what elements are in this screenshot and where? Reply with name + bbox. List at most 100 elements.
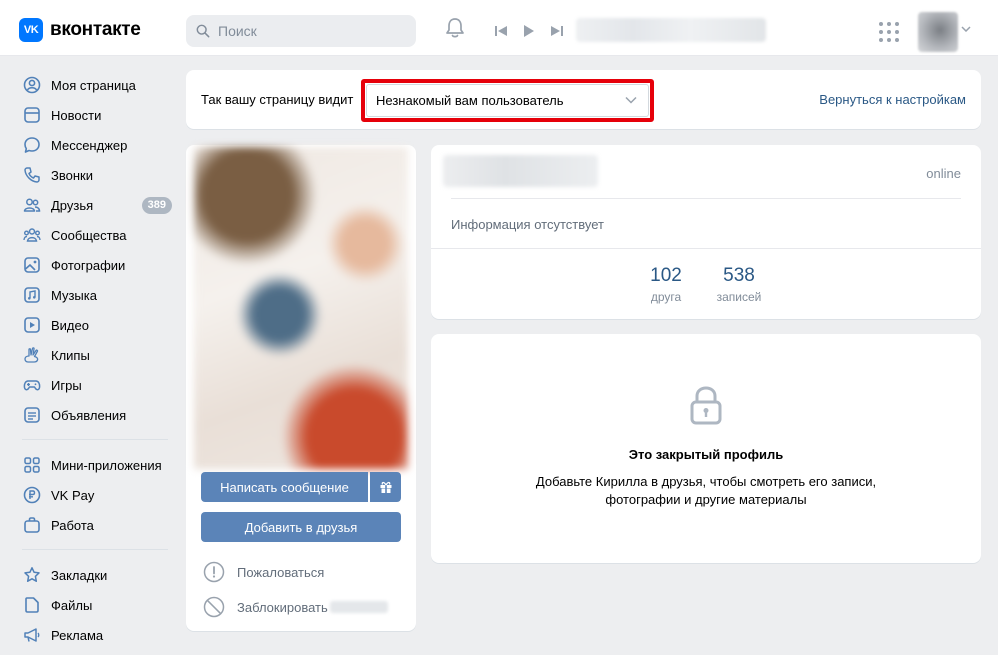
profile-name — [443, 155, 598, 187]
closed-profile-title: Это закрытый профиль — [628, 447, 784, 462]
profile-photo-column: Написать сообщение Добавить в друзья Пож… — [186, 145, 416, 631]
picture-icon — [24, 257, 40, 273]
sidebar-item-classifieds[interactable]: Объявления — [18, 400, 178, 430]
sidebar-item-label: Фотографии — [51, 257, 126, 273]
sidebar-item-work[interactable]: Работа — [18, 510, 178, 540]
vk-logo[interactable]: VK вконтакте — [19, 18, 141, 42]
info-divider — [431, 248, 981, 249]
online-status: online — [926, 166, 961, 181]
message-button-group: Написать сообщение — [201, 472, 401, 502]
next-track-icon[interactable] — [550, 25, 564, 37]
sidebar-item-label: Мессенджер — [51, 137, 128, 153]
top-header: VK вконтакте — [0, 0, 998, 56]
sidebar-item-label: Работа — [51, 517, 94, 533]
blurred-username — [329, 601, 388, 613]
user-avatar[interactable] — [918, 12, 958, 52]
lock-icon — [690, 386, 722, 425]
now-playing-track[interactable] — [576, 18, 766, 42]
community-icon — [23, 228, 41, 242]
sidebar-item-calls[interactable]: Звонки — [18, 160, 178, 190]
sidebar-item-label: Друзья — [51, 197, 94, 213]
sidebar-item-label: Объявления — [51, 407, 127, 423]
sidebar-item-mini-apps[interactable]: Мини-приложения — [18, 450, 178, 480]
sidebar-item-bookmarks[interactable]: Закладки — [18, 560, 178, 590]
sidebar-item-music[interactable]: Музыка — [18, 280, 178, 310]
chevron-down-icon — [625, 96, 637, 104]
sidebar-item-label: Мини-приложения — [51, 457, 162, 473]
sidebar-item-label: Закладки — [51, 567, 108, 583]
block-action[interactable]: Заблокировать — [203, 596, 388, 618]
sidebar-item-label: Файлы — [51, 597, 93, 613]
vk-logo-text: вконтакте — [50, 19, 141, 40]
posts-count: 538 — [723, 265, 755, 286]
left-sidebar: Моя страница Новости Мессенджер Звонки Д… — [18, 70, 178, 650]
profile-photo[interactable] — [194, 147, 408, 469]
phone-icon — [24, 167, 40, 183]
megaphone-icon — [24, 628, 40, 642]
sidebar-item-label: Музыка — [51, 287, 97, 303]
info-divider — [451, 198, 961, 199]
sidebar-item-label: Новости — [51, 107, 102, 123]
sidebar-item-label: Игры — [51, 377, 82, 393]
sidebar-item-label: Клипы — [51, 347, 90, 363]
star-icon — [24, 567, 40, 582]
play-icon[interactable] — [523, 24, 535, 38]
viewer-type-value: Незнакомый вам пользователь — [376, 93, 564, 108]
friends-count: 102 — [650, 265, 682, 286]
friends-count-label: друга — [650, 290, 682, 304]
sidebar-item-label: VK Pay — [51, 487, 95, 503]
send-gift-button[interactable] — [370, 472, 401, 502]
report-action[interactable]: Пожаловаться — [203, 561, 324, 583]
vkpay-icon — [23, 486, 41, 504]
apps-icon — [24, 457, 40, 473]
classifieds-icon — [24, 407, 40, 423]
sidebar-item-files[interactable]: Файлы — [18, 590, 178, 620]
apps-grid-icon[interactable] — [879, 22, 899, 42]
preview-label: Так вашу страницу видит — [201, 92, 354, 107]
user-circle-icon — [23, 76, 41, 94]
sidebar-item-label: Звонки — [51, 167, 93, 183]
friends-counter[interactable]: 102 друга — [640, 265, 692, 304]
sidebar-item-label: Видео — [51, 317, 89, 333]
sidebar-item-friends[interactable]: Друзья 389 — [18, 190, 178, 220]
report-label: Пожаловаться — [237, 564, 325, 580]
sidebar-item-label: Реклама — [51, 627, 104, 643]
bell-icon[interactable] — [445, 17, 465, 39]
previous-track-icon[interactable] — [494, 25, 508, 37]
chevron-down-icon[interactable] — [961, 26, 971, 32]
sidebar-item-video[interactable]: Видео — [18, 310, 178, 340]
sidebar-divider — [22, 439, 168, 440]
posts-counter[interactable]: 538 записей — [708, 265, 770, 304]
write-message-button[interactable]: Написать сообщение — [201, 472, 368, 502]
gamepad-icon — [23, 380, 41, 391]
viewer-type-select[interactable]: Незнакомый вам пользователь — [366, 84, 649, 117]
friends-count-badge: 389 — [141, 197, 172, 214]
sidebar-item-messenger[interactable]: Мессенджер — [18, 130, 178, 160]
sidebar-item-games[interactable]: Игры — [18, 370, 178, 400]
vk-logo-mark: VK — [19, 18, 43, 42]
sidebar-item-label: Сообщества — [51, 227, 127, 243]
sidebar-item-label: Моя страница — [51, 77, 136, 93]
warning-circle-icon — [203, 561, 225, 583]
sidebar-item-clips[interactable]: Клипы — [18, 340, 178, 370]
chat-icon — [24, 137, 40, 153]
add-friend-button[interactable]: Добавить в друзья — [201, 512, 401, 542]
users-icon — [23, 198, 41, 212]
back-to-settings-link[interactable]: Вернуться к настройкам — [819, 92, 966, 107]
gift-icon — [380, 481, 391, 493]
closed-profile-card: Это закрытый профиль Добавьте Кирилла в … — [431, 334, 981, 563]
file-icon — [25, 597, 39, 613]
sidebar-item-vk-pay[interactable]: VK Pay — [18, 480, 178, 510]
search-box[interactable] — [186, 15, 416, 47]
closed-profile-description: Добавьте Кирилла в друзья, чтобы смотрет… — [535, 474, 877, 507]
sidebar-item-news[interactable]: Новости — [18, 100, 178, 130]
sidebar-item-my-page[interactable]: Моя страница — [18, 70, 178, 100]
sidebar-item-ads[interactable]: Реклама — [18, 620, 178, 650]
profile-info-card: online Информация отсутствует 102 друга … — [431, 145, 981, 319]
no-info-text: Информация отсутствует — [451, 217, 604, 232]
block-icon — [203, 596, 225, 618]
search-input[interactable] — [218, 23, 398, 39]
sidebar-item-communities[interactable]: Сообщества — [18, 220, 178, 250]
newspaper-icon — [24, 107, 40, 123]
sidebar-item-photos[interactable]: Фотографии — [18, 250, 178, 280]
